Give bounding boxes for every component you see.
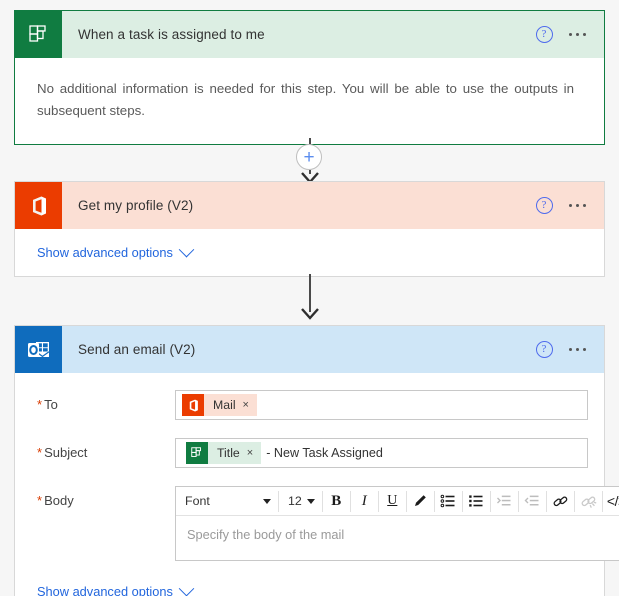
to-input[interactable]: Mail ×	[175, 390, 588, 420]
field-to: Mail ×	[175, 390, 588, 420]
plus-icon: +	[303, 146, 315, 168]
card-header-trigger[interactable]: When a task is assigned to me ?	[15, 11, 604, 58]
toolbar-separator	[377, 490, 379, 512]
decrease-indent-icon[interactable]	[520, 489, 545, 514]
trigger-note: No additional information is needed for …	[37, 81, 574, 118]
label-to: * To	[31, 390, 175, 412]
show-advanced-options-label: Show advanced options	[37, 245, 173, 260]
help-icon[interactable]: ?	[535, 26, 553, 43]
connector-profile-to-email	[0, 274, 619, 324]
form-row-to: * To Mail ×	[31, 381, 588, 429]
toolbar-separator	[433, 490, 435, 512]
font-size-dropdown[interactable]: 12	[280, 489, 321, 514]
required-asterisk: *	[37, 397, 43, 412]
card-header-get-profile[interactable]: Get my profile (V2) ?	[15, 182, 604, 229]
chevron-down-icon	[306, 498, 315, 504]
chevron-down-icon	[178, 580, 195, 596]
toolbar-separator	[321, 490, 323, 512]
toolbar-separator	[349, 490, 351, 512]
flow-card-send-email[interactable]: Send an email (V2) ? * To Mail × * Subje…	[14, 325, 619, 596]
planner-icon	[186, 442, 208, 464]
label-subject: * Subject	[31, 438, 175, 460]
flow-designer-canvas: When a task is assigned to me ? No addit…	[0, 0, 619, 596]
card-header-send-email[interactable]: Send an email (V2) ?	[15, 326, 604, 373]
insert-link-icon[interactable]	[548, 489, 573, 514]
subject-input[interactable]: Title × - New Task Assigned	[175, 438, 588, 468]
header-actions: ?	[535, 197, 605, 214]
more-options-icon[interactable]	[567, 198, 589, 214]
chevron-down-icon	[178, 241, 195, 258]
flow-card-get-profile[interactable]: Get my profile (V2) ? Show advanced opti…	[14, 181, 605, 277]
text-highlight-pen-icon[interactable]	[408, 489, 433, 514]
required-asterisk: *	[37, 493, 43, 508]
card-title: When a task is assigned to me	[78, 27, 265, 42]
more-options-icon[interactable]	[567, 342, 589, 358]
card-title: Get my profile (V2)	[78, 198, 194, 213]
form-row-body: * Body Font 12 B I U </ Specify the body…	[31, 477, 619, 570]
field-subject: Title × - New Task Assigned	[175, 438, 588, 468]
planner-icon	[15, 11, 62, 58]
office365-icon	[182, 394, 204, 416]
italic-button[interactable]: I	[352, 489, 377, 514]
token-label: Mail	[213, 398, 236, 412]
flow-card-trigger[interactable]: When a task is assigned to me ? No addit…	[14, 10, 605, 145]
remove-token-icon[interactable]: ×	[243, 399, 257, 411]
toolbar-separator	[517, 490, 519, 512]
label-body-text: Body	[44, 493, 74, 508]
label-body: * Body	[31, 486, 175, 508]
bold-button[interactable]: B	[324, 489, 349, 514]
outlook-icon	[15, 326, 62, 373]
show-advanced-options-toggle[interactable]: Show advanced options	[31, 570, 588, 596]
toolbar-separator	[601, 490, 603, 512]
token-title[interactable]: Title ×	[186, 442, 262, 464]
card-body-send-email: * To Mail × * Subject Title × - New Task…	[15, 373, 619, 596]
add-step-button[interactable]: +	[296, 144, 322, 170]
header-actions: ?	[535, 341, 605, 358]
card-title: Send an email (V2)	[78, 342, 196, 357]
bulleted-list-icon[interactable]	[436, 489, 461, 514]
office365-icon	[15, 182, 62, 229]
code-view-icon[interactable]: </>	[604, 489, 619, 514]
toolbar-separator	[278, 490, 279, 512]
field-body: Font 12 B I U </ Specify the body of the…	[175, 486, 619, 561]
form-row-subject: * Subject Title × - New Task Assigned	[31, 429, 588, 477]
required-asterisk: *	[37, 445, 43, 460]
numbered-list-icon[interactable]	[464, 489, 489, 514]
underline-button[interactable]: U	[380, 489, 405, 514]
remove-link-icon[interactable]	[576, 489, 601, 514]
label-to-text: To	[44, 397, 58, 412]
toolbar-separator	[545, 490, 547, 512]
arrow-icon	[301, 308, 319, 320]
help-icon[interactable]: ?	[535, 341, 553, 358]
subject-suffix-text: - New Task Assigned	[266, 446, 383, 460]
header-actions: ?	[535, 26, 605, 43]
toolbar-separator	[405, 490, 407, 512]
font-family-value: Font	[185, 494, 210, 508]
connector-trigger-to-profile: +	[0, 138, 619, 184]
rich-text-editor[interactable]: Font 12 B I U </ Specify the body of the…	[175, 486, 619, 561]
connector-line	[309, 274, 311, 312]
font-size-value: 12	[288, 494, 302, 508]
body-placeholder[interactable]: Specify the body of the mail	[176, 516, 619, 560]
remove-token-icon[interactable]: ×	[247, 447, 261, 459]
help-icon[interactable]: ?	[535, 197, 553, 214]
font-family-dropdown[interactable]: Font	[177, 489, 277, 514]
increase-indent-icon[interactable]	[492, 489, 517, 514]
show-advanced-options-label: Show advanced options	[37, 584, 173, 596]
toolbar-separator	[489, 490, 491, 512]
more-options-icon[interactable]	[567, 27, 589, 43]
label-subject-text: Subject	[44, 445, 88, 460]
card-body-get-profile: Show advanced options	[15, 229, 604, 276]
chevron-down-icon	[263, 498, 271, 504]
toolbar-separator	[461, 490, 463, 512]
show-advanced-options-toggle[interactable]: Show advanced options	[31, 229, 588, 276]
toolbar-separator	[573, 490, 575, 512]
token-mail[interactable]: Mail ×	[182, 394, 257, 416]
card-body-trigger: No additional information is needed for …	[15, 58, 604, 144]
editor-toolbar: Font 12 B I U </	[176, 487, 619, 516]
token-label: Title	[217, 446, 240, 460]
